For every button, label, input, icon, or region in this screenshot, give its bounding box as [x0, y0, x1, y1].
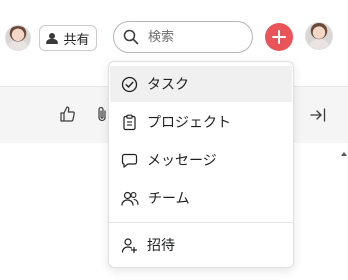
chat-bubble-icon	[121, 153, 138, 168]
menu-item-invite[interactable]: 招待	[110, 227, 292, 263]
menu-item-task[interactable]: タスク	[110, 66, 292, 102]
search-input[interactable]	[146, 28, 240, 46]
menu-item-project[interactable]: プロジェクト	[110, 104, 292, 140]
menu-item-label: プロジェクト	[147, 115, 231, 131]
menu-item-team[interactable]: チーム	[110, 180, 292, 216]
share-button[interactable]: 共有	[39, 25, 97, 51]
menu-divider	[109, 222, 293, 223]
menu-item-message[interactable]: メッセージ	[110, 142, 292, 178]
collapse-right-icon[interactable]	[310, 108, 326, 122]
menu-item-label: チーム	[148, 191, 190, 207]
people-icon	[121, 191, 139, 206]
menu-item-label: 招待	[147, 238, 175, 254]
attachment-icon[interactable]	[96, 106, 108, 122]
check-circle-icon	[121, 76, 138, 92]
person-plus-icon	[121, 237, 138, 253]
plus-icon	[272, 30, 286, 44]
create-menu: タスク プロジェクト メッセージ チーム 招待	[108, 61, 294, 268]
clipboard-icon	[123, 114, 136, 130]
scroll-up-icon[interactable]	[341, 152, 347, 156]
menu-item-label: タスク	[147, 77, 189, 93]
add-button[interactable]	[265, 23, 293, 51]
share-label: 共有	[63, 32, 90, 48]
user-avatar[interactable]	[305, 22, 333, 50]
search-icon	[123, 29, 139, 45]
menu-item-label: メッセージ	[147, 153, 217, 169]
thumbs-up-icon[interactable]	[59, 106, 75, 122]
people-icon	[46, 32, 59, 44]
avatar[interactable]	[5, 25, 31, 51]
search-box[interactable]	[113, 21, 253, 53]
